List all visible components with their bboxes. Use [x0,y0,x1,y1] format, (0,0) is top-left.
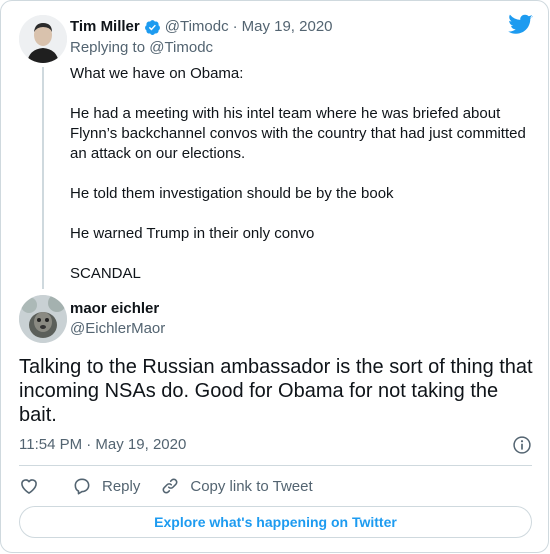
tweet-actions: Reply Copy link to Tweet [19,475,313,497]
parent-paragraph: SCANDAL [70,265,141,282]
reply-bubble-icon [74,478,90,495]
tweet-timestamp[interactable]: 11:54 PM · May 19, 2020 [19,435,186,455]
explore-twitter-button[interactable]: Explore what's happening on Twitter [19,506,532,538]
main-tweet-text: Talking to the Russian ambassador is the… [19,356,533,426]
thread-connector-line [42,67,44,289]
parent-paragraph: He warned Trump in their only convo [70,225,315,242]
reply-label: Reply [102,477,141,495]
copy-link-label: Copy link to Tweet [190,477,313,495]
parent-tweet-date[interactable]: May 19, 2020 [242,17,333,37]
parent-paragraph: What we have on Obama: [70,65,244,82]
main-author-handle[interactable]: @EichlerMaor [70,319,165,339]
twitter-bird-icon[interactable] [508,14,533,36]
copy-link-button[interactable]: Copy link to Tweet [160,476,313,496]
header-separator: · [232,18,238,35]
main-author-name[interactable]: maor eichler [70,299,159,319]
tweet-embed-card: Tim Miller @Timodc · May 19, 2020 Replyi… [0,0,549,553]
parent-author-handle[interactable]: @Timodc [165,17,229,37]
heart-icon [21,479,37,494]
verified-badge-icon [144,19,160,35]
parent-paragraph: He had a meeting with his intel team whe… [70,105,526,162]
parent-paragraph: He told them investigation should be by … [70,185,394,202]
parent-tweet-header: Tim Miller @Timodc · May 19, 2020 [70,17,333,37]
info-icon[interactable] [512,435,532,455]
replying-to-label[interactable]: Replying to @Timodc [70,38,213,58]
parent-tweet-text: What we have on Obama: He had a meeting … [70,64,538,284]
like-button[interactable] [19,476,39,496]
avatar-tim-miller[interactable] [19,15,67,63]
reply-button[interactable]: Reply [72,476,140,496]
link-icon [162,478,178,494]
actions-divider [19,465,532,466]
avatar-maor-eichler[interactable] [19,295,67,343]
parent-author-name[interactable]: Tim Miller [70,17,140,37]
